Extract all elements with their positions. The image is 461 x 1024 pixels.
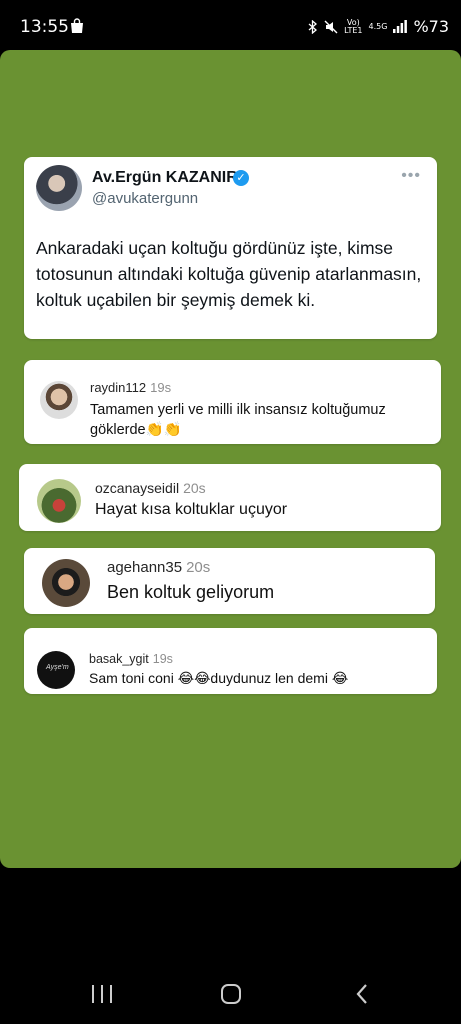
- verified-badge-icon: ✓: [233, 170, 249, 186]
- avatar[interactable]: [37, 479, 81, 523]
- avatar[interactable]: [40, 381, 78, 419]
- comment-header: raydin112 19s: [90, 380, 171, 395]
- net-speed: 4.5G: [368, 21, 388, 31]
- comment-text: Tamamen yerli ve milli ilk insansız kolt…: [90, 402, 386, 438]
- comment-text: Sam toni coni 😂😂duydunuz len demi 😂: [89, 670, 349, 686]
- lte-label: LTE1: [344, 25, 363, 35]
- home-icon[interactable]: [221, 984, 241, 1004]
- tweet-text: Ankaradaki uçan koltuğu gördünüz işte, k…: [36, 238, 422, 310]
- network-indicator: Vo) LTE1: [344, 18, 363, 35]
- signal-icon: [393, 20, 408, 33]
- comment-card[interactable]: raydin112 19s Tamamen yerli ve milli ilk …: [24, 360, 441, 444]
- comment-time: 19s: [152, 652, 173, 666]
- tweet-author-name: Av.Ergün KAZANIR: [92, 169, 238, 186]
- avatar[interactable]: [36, 165, 82, 211]
- navigation-bar: [0, 968, 461, 1024]
- comment-username[interactable]: raydin112: [90, 380, 146, 395]
- comment-username[interactable]: ozcanayseidil: [95, 480, 179, 496]
- comment-username[interactable]: agehann35: [107, 559, 182, 576]
- comment-header: basak_ygit 19s: [89, 652, 173, 666]
- comment-time: 20s: [186, 559, 211, 576]
- avatar-logo-text: Ayşe'm: [46, 664, 69, 671]
- comment-time: 20s: [183, 480, 206, 496]
- tweet-card[interactable]: Av.Ergün KAZANIR ✓ @avukatergunn ••• Ank…: [24, 157, 437, 339]
- comment-time: 19s: [150, 380, 172, 395]
- comment-text: Ben koltuk geliyorum: [107, 582, 275, 602]
- comment-card[interactable]: ozcanayseidil 20s Hayat kısa koltuklar uç…: [19, 464, 441, 531]
- comment-card[interactable]: agehann35 20s Ben koltuk geliyorum: [24, 548, 435, 614]
- avatar[interactable]: Ayşe'm: [37, 651, 75, 689]
- status-bar: 13:55 Vo) LTE1 4.5G %73: [0, 0, 461, 52]
- comment-username[interactable]: basak_ygit: [89, 652, 149, 666]
- more-options-icon[interactable]: •••: [401, 167, 421, 185]
- comment-card[interactable]: Ayşe'm basak_ygit 19s Sam toni coni 😂😂duy…: [24, 628, 437, 694]
- tweet-author-handle: @avukatergunn: [92, 190, 199, 207]
- recent-apps-icon[interactable]: [92, 985, 114, 1003]
- comment-text: Hayat kısa koltuklar uçuyor: [95, 501, 288, 518]
- back-icon[interactable]: [352, 982, 372, 1006]
- shopping-bag-icon: [71, 18, 83, 33]
- battery-level: %73: [413, 17, 449, 36]
- clock: 13:55: [20, 17, 69, 37]
- bluetooth-icon: [308, 19, 318, 34]
- mute-icon: [324, 20, 338, 33]
- avatar[interactable]: [42, 559, 90, 607]
- comment-header: agehann35 20s: [107, 559, 210, 576]
- comment-header: ozcanayseidil 20s: [95, 480, 206, 496]
